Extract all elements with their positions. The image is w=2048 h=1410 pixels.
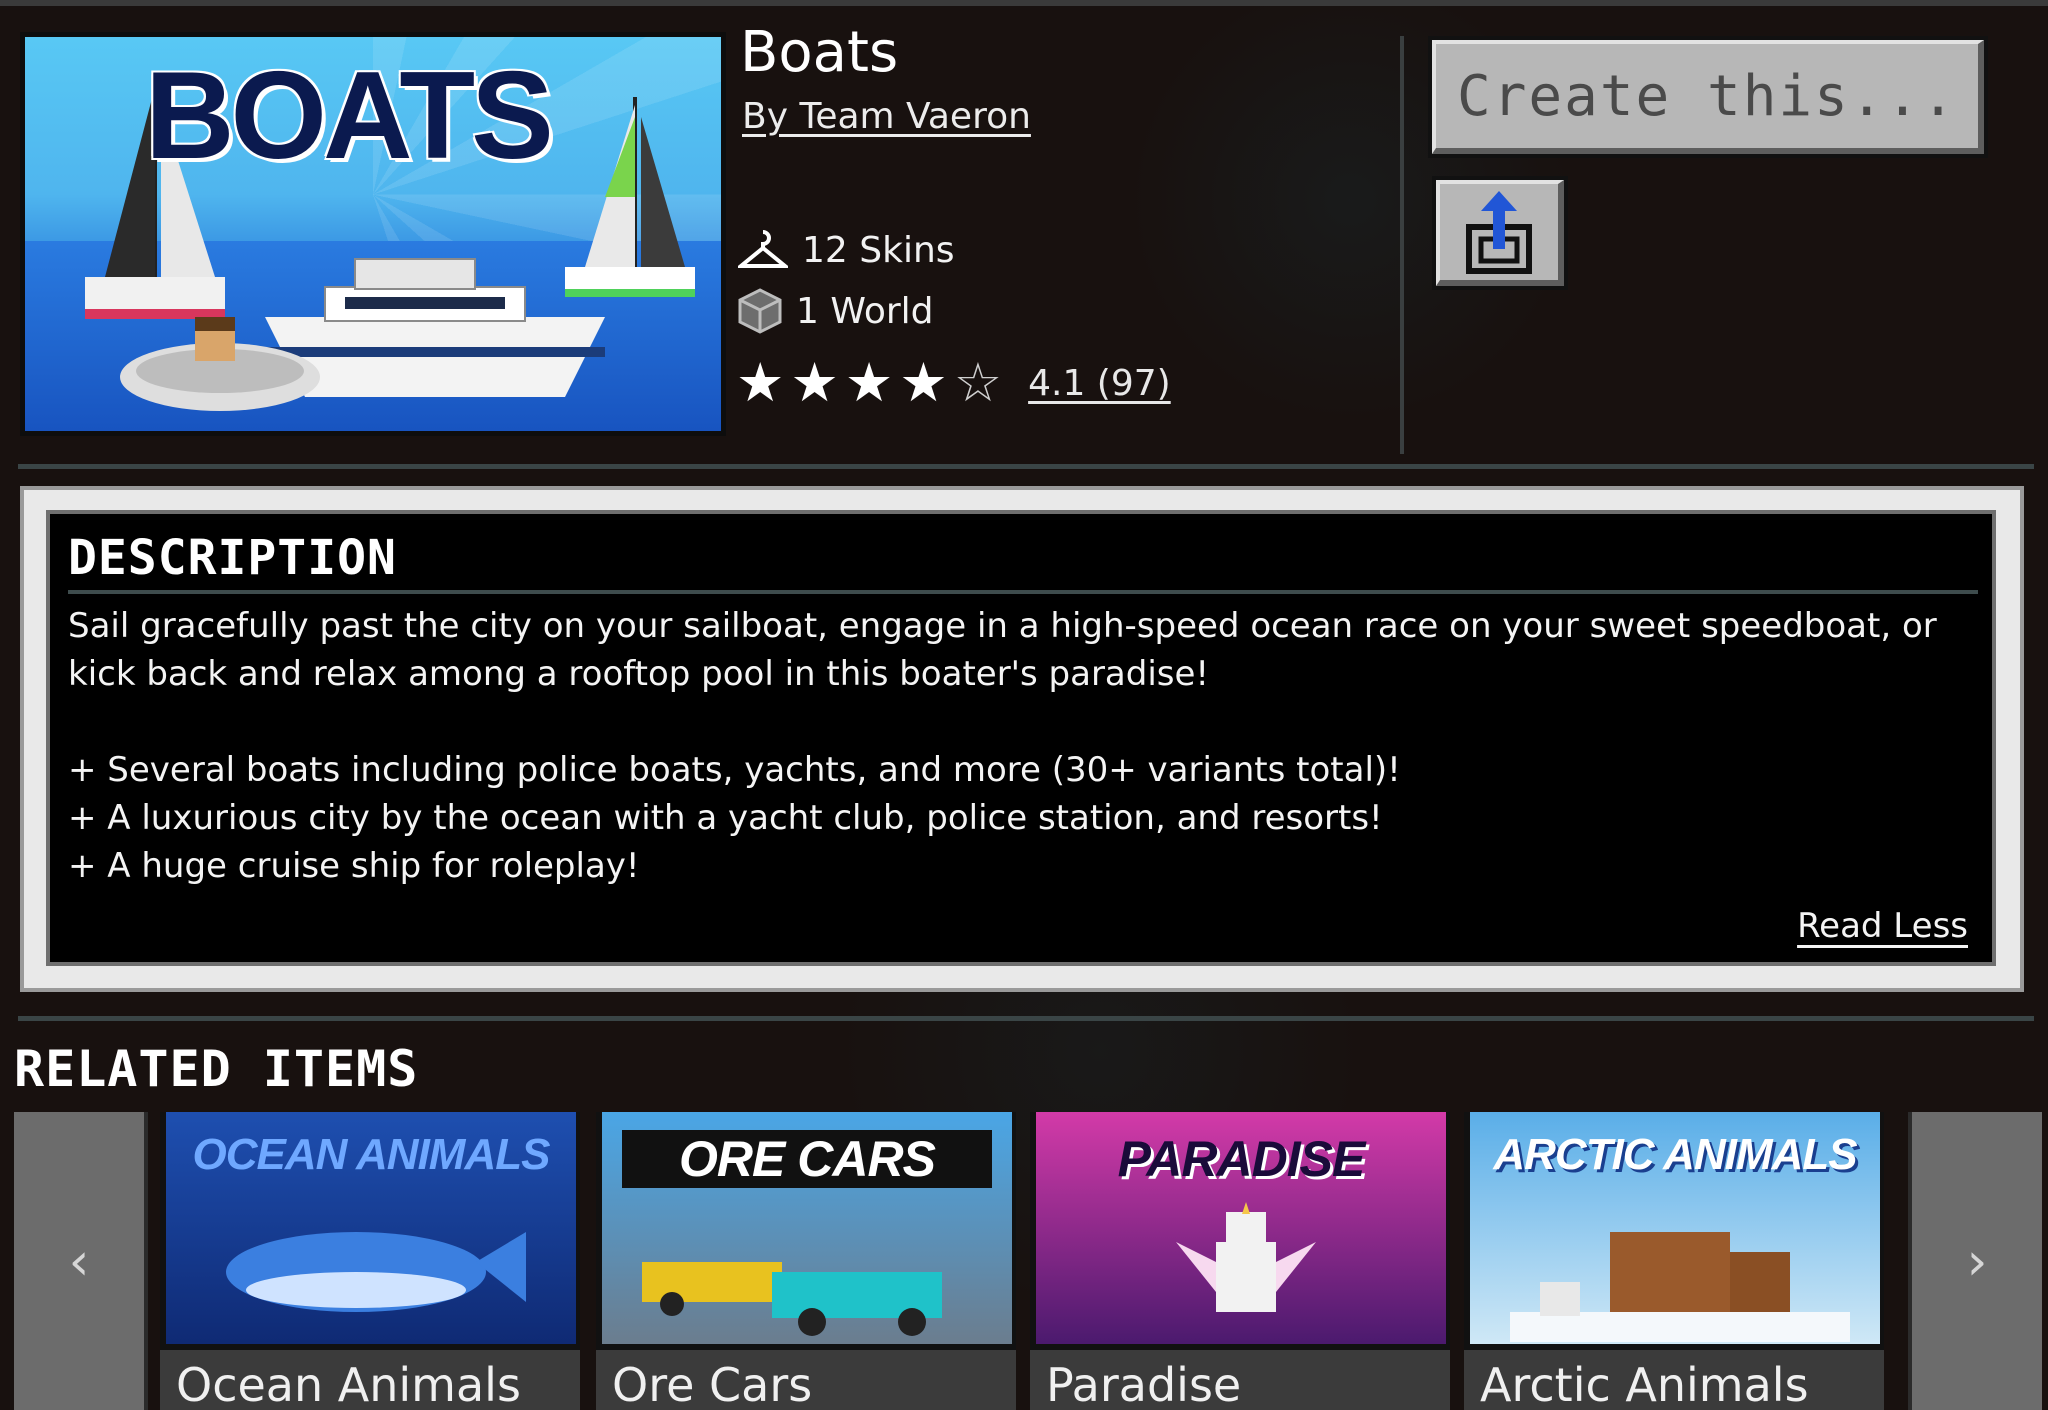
vertical-divider bbox=[1400, 36, 1404, 454]
share-icon bbox=[1466, 191, 1532, 274]
related-item-label: Arctic Animals bbox=[1464, 1350, 1884, 1410]
related-item-card[interactable]: OCEAN ANIMALS Ocean Animals bbox=[160, 1112, 580, 1410]
star-icon: ★ bbox=[899, 351, 948, 414]
description-panel: DESCRIPTION Sail gracefully past the cit… bbox=[24, 490, 2020, 988]
read-less-link[interactable]: Read Less bbox=[1797, 906, 1968, 946]
unicorn-icon bbox=[1176, 1202, 1316, 1312]
chevron-left-icon: ‹ bbox=[68, 1232, 90, 1292]
share-button[interactable] bbox=[1436, 180, 1564, 286]
description-inner: DESCRIPTION Sail gracefully past the cit… bbox=[46, 510, 1996, 966]
top-strip bbox=[0, 0, 2048, 6]
section-divider bbox=[18, 1016, 2034, 1021]
thumbnail-caption: ORE CARS bbox=[622, 1130, 992, 1188]
section-divider bbox=[18, 464, 2034, 469]
whale-icon bbox=[226, 1232, 526, 1312]
related-item-label: Paradise bbox=[1030, 1350, 1450, 1410]
description-bullet: + A huge cruise ship for roleplay! bbox=[68, 846, 640, 886]
description-heading: DESCRIPTION bbox=[68, 530, 397, 586]
star-icon: ★ bbox=[736, 351, 785, 414]
description-rule bbox=[68, 590, 1978, 594]
description-body: Sail gracefully past the city on your sa… bbox=[68, 602, 1978, 890]
star-icon: ★ bbox=[790, 351, 839, 414]
product-page: BOATS Boats By Team Vaeron 12 Skins 1 Wo… bbox=[0, 0, 2048, 1410]
related-item-card[interactable]: ARCTIC ANIMALS Arctic Animals bbox=[1464, 1112, 1884, 1410]
worlds-label: 1 World bbox=[796, 290, 934, 332]
thumbnail-caption: OCEAN ANIMALS bbox=[192, 1130, 551, 1179]
skins-count: 12 Skins bbox=[738, 228, 955, 272]
car-icon bbox=[642, 1262, 942, 1336]
chevron-right-icon: › bbox=[1966, 1232, 1988, 1292]
carousel-next-button[interactable]: › bbox=[1908, 1112, 2042, 1410]
dinghy-icon bbox=[120, 317, 320, 411]
product-title: Boats bbox=[740, 20, 899, 85]
related-item-label: Ocean Animals bbox=[160, 1350, 580, 1410]
hanger-icon bbox=[738, 230, 788, 268]
star-empty-icon: ☆ bbox=[953, 351, 1003, 414]
description-bullet: + A luxurious city by the ocean with a y… bbox=[68, 798, 1383, 838]
rating-link[interactable]: 4.1 (97) bbox=[1028, 363, 1171, 404]
related-item-thumbnail: ORE CARS bbox=[602, 1112, 1012, 1344]
create-button[interactable]: Create this... bbox=[1432, 40, 1984, 154]
skins-label: 12 Skins bbox=[802, 229, 955, 271]
related-items-heading: RELATED ITEMS bbox=[14, 1040, 419, 1098]
description-bullet: + Several boats including police boats, … bbox=[68, 750, 1401, 790]
rating: ★ ★ ★ ★ ☆ 4.1 (97) bbox=[736, 356, 1171, 410]
cube-icon bbox=[738, 288, 782, 334]
key-art-logo: BOATS bbox=[145, 47, 554, 185]
related-item-label: Ore Cars bbox=[596, 1350, 1016, 1410]
mammoth-icon bbox=[1510, 1232, 1850, 1342]
related-item-thumbnail: PARADISE bbox=[1036, 1112, 1446, 1344]
thumbnail-caption: ARCTIC ANIMALS bbox=[1493, 1130, 1857, 1179]
related-item-thumbnail: OCEAN ANIMALS bbox=[166, 1112, 576, 1344]
carousel-prev-button[interactable]: ‹ bbox=[14, 1112, 148, 1410]
author-link[interactable]: By Team Vaeron bbox=[742, 96, 1031, 137]
related-item-thumbnail: ARCTIC ANIMALS bbox=[1470, 1112, 1880, 1344]
worlds-count: 1 World bbox=[738, 288, 934, 334]
thumbnail-caption: PARADISE bbox=[1117, 1131, 1366, 1187]
related-item-card[interactable]: ORE CARS Ore Cars bbox=[596, 1112, 1016, 1410]
star-icon: ★ bbox=[844, 351, 894, 414]
related-item-card[interactable]: PARADISE Paradise bbox=[1030, 1112, 1450, 1410]
description-paragraph: Sail gracefully past the city on your sa… bbox=[68, 606, 1937, 694]
product-key-art: BOATS bbox=[20, 32, 726, 436]
